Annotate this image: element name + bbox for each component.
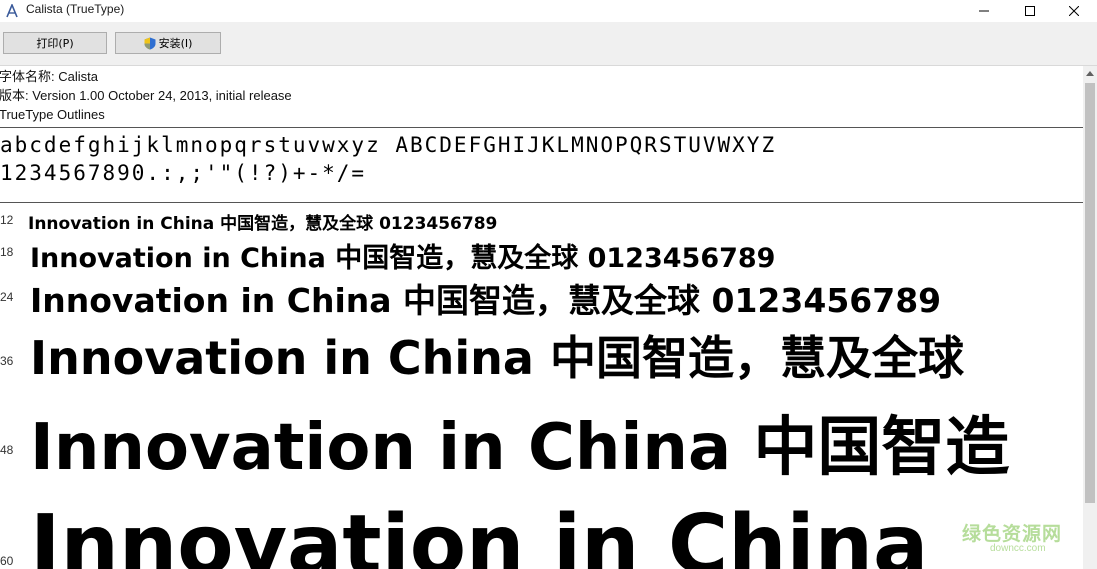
maximize-icon	[1025, 6, 1035, 16]
toolbar: 打印(P) 安装(I)	[0, 22, 1097, 66]
maximize-button[interactable]	[1007, 0, 1053, 22]
vertical-scrollbar[interactable]	[1083, 66, 1097, 569]
sample-text: Innovation in China 中国智造，慧及全球	[30, 331, 964, 385]
chevron-up-icon	[1086, 70, 1094, 76]
font-viewer-window: Calista (TrueType) 打印(P) 安装(I) 字体名称: Cal…	[0, 0, 1097, 569]
sample-size-label: 12	[0, 213, 14, 227]
sample-text: Innovation in China	[30, 498, 929, 569]
font-outline-line: TrueType Outlines	[0, 107, 105, 122]
window-title: Calista (TrueType)	[26, 2, 125, 16]
sample-size-label: 36	[0, 354, 14, 368]
font-info: 字体名称: Calista 版本: Version 1.00 October 2…	[0, 67, 292, 124]
title-bar: Calista (TrueType)	[0, 0, 1097, 23]
close-icon	[1069, 6, 1079, 16]
scroll-thumb[interactable]	[1085, 83, 1095, 503]
sample-size-label: 18	[0, 245, 14, 259]
sample-text: Innovation in China 中国智造，慧及全球 0123456789	[30, 243, 776, 274]
watermark-text: 绿色资源网	[962, 523, 1063, 545]
divider	[0, 127, 1083, 128]
watermark-url: downcc.com	[990, 543, 1046, 554]
font-preview-area: 字体名称: Calista 版本: Version 1.00 October 2…	[0, 66, 1083, 569]
sample-text: Innovation in China 中国智造	[30, 411, 1010, 485]
scroll-up-button[interactable]	[1083, 66, 1097, 80]
shield-icon	[144, 37, 156, 49]
font-name-line: 字体名称: Calista	[0, 69, 98, 84]
font-version-line: 版本: Version 1.00 October 24, 2013, initi…	[0, 88, 292, 103]
charset-row-letters: abcdefghijklmnopqrstuvwxyz ABCDEFGHIJKLM…	[0, 133, 777, 157]
sample-size-label: 24	[0, 290, 14, 304]
close-button[interactable]	[1051, 0, 1097, 22]
print-button[interactable]: 打印(P)	[3, 32, 107, 54]
charset-row-symbols: 1234567890.:,;'"(!?)+-*/=	[0, 161, 367, 185]
minimize-button[interactable]	[961, 0, 1007, 22]
sample-size-label: 48	[0, 443, 14, 457]
print-button-label: 打印(P)	[36, 37, 74, 50]
watermark-logo: 绿色资源网 downcc.com	[960, 519, 1080, 559]
divider	[0, 202, 1083, 203]
sample-size-label: 60	[0, 554, 14, 568]
character-set: abcdefghijklmnopqrstuvwxyz ABCDEFGHIJKLM…	[0, 131, 776, 187]
font-file-icon	[6, 4, 18, 18]
sample-text: Innovation in China 中国智造，慧及全球 0123456789	[28, 214, 498, 234]
install-button[interactable]: 安装(I)	[115, 32, 221, 54]
install-button-label: 安装(I)	[158, 37, 193, 50]
sample-text: Innovation in China 中国智造，慧及全球 0123456789	[30, 281, 942, 320]
minimize-icon	[979, 10, 989, 12]
